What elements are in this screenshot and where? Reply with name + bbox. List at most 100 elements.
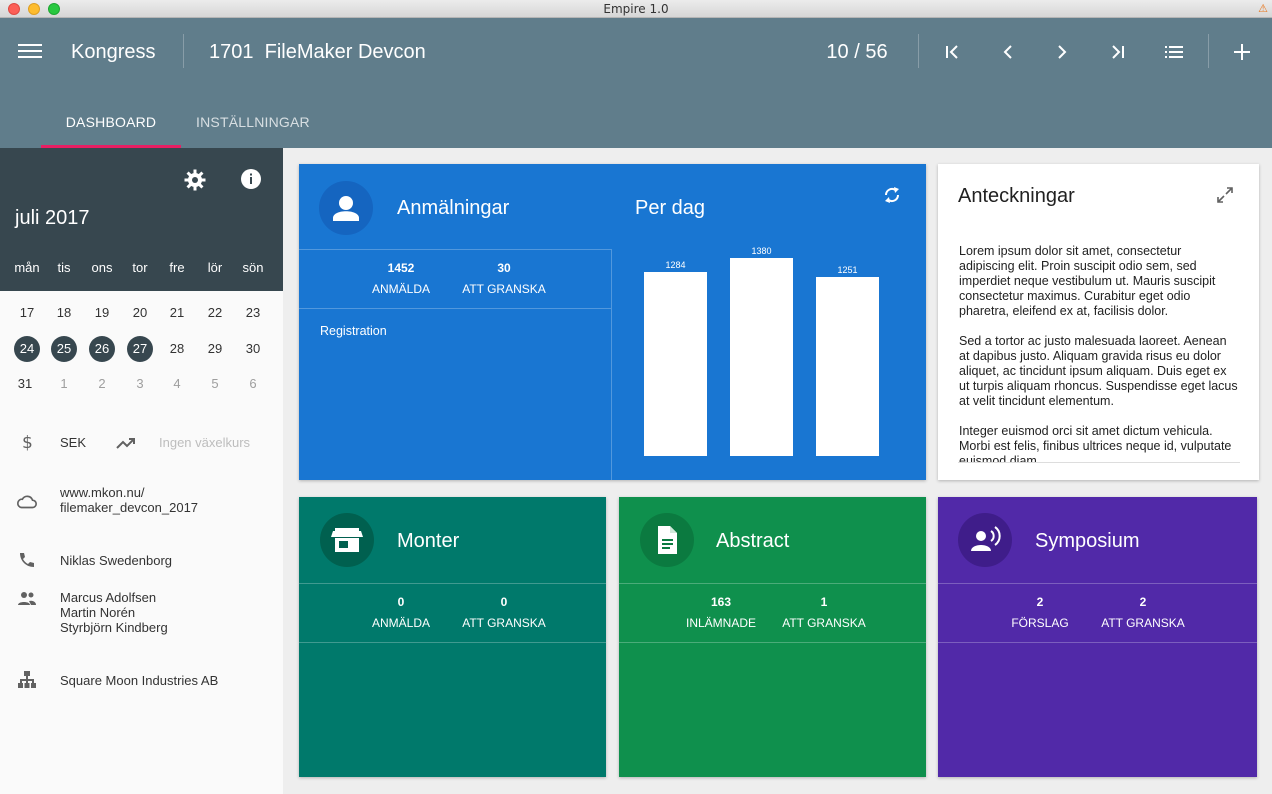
chart-bar — [644, 272, 707, 456]
notes-underline — [958, 462, 1240, 463]
weekday-label: mån — [14, 260, 40, 275]
person-icon — [319, 181, 373, 235]
calendar-day-next-month[interactable]: 4 — [164, 371, 190, 397]
anmalda-count: 1452 — [387, 261, 415, 275]
anmalningar-card[interactable]: Anmälningar Per dag 1452 ANMÄLDA 30 ATT … — [299, 164, 926, 480]
divider — [299, 249, 611, 250]
calendar-day-selected[interactable]: 24 — [14, 336, 40, 362]
last-record-icon[interactable] — [1104, 38, 1132, 66]
notes-paragraph: Integer euismod orci sit amet dictum veh… — [959, 424, 1232, 462]
record-title: 1701 FileMaker Devcon — [209, 41, 426, 63]
calendar-day-next-month[interactable]: 3 — [127, 371, 153, 397]
symposium-card[interactable]: Symposium 2 FÖRSLAG 2 ATT GRANSKA — [938, 497, 1257, 777]
calendar-day-next-month[interactable]: 6 — [240, 371, 266, 397]
add-record-icon[interactable] — [1228, 38, 1256, 66]
tab-dashboard[interactable]: DASHBOARD — [41, 114, 181, 130]
calendar-day-next-month[interactable]: 5 — [202, 371, 228, 397]
monter-card[interactable]: Monter 0 ANMÄLDA 0 ATT GRANSKA — [299, 497, 606, 777]
symposium-att-granska-label: ATT GRANSKA — [1101, 616, 1185, 630]
divider — [299, 583, 606, 584]
divider — [299, 308, 611, 309]
per-dag-title: Per dag — [635, 197, 706, 219]
divider — [938, 583, 1257, 584]
svg-text:$: $ — [22, 433, 33, 453]
expand-icon[interactable] — [1215, 185, 1235, 205]
notes-text-area[interactable]: Lorem ipsum dolor sit amet, consectetur … — [959, 244, 1239, 462]
team-member: Marcus Adolfsen — [60, 590, 157, 605]
forslag-label: FÖRSLAG — [1011, 616, 1069, 630]
first-record-icon[interactable] — [938, 38, 966, 66]
notes-title: Anteckningar — [958, 185, 1075, 207]
abstract-att-granska-label: ATT GRANSKA — [782, 616, 866, 630]
weekday-label: lör — [207, 260, 223, 275]
chart-bar — [730, 258, 793, 456]
tab-installningar[interactable]: INSTÄLLNINGAR — [196, 114, 310, 130]
divider — [299, 642, 606, 643]
calendar-day[interactable]: 18 — [51, 300, 77, 326]
app-bar: Kongress 1701 FileMaker Devcon 10 / 56 D… — [0, 18, 1272, 148]
list-view-icon[interactable] — [1160, 38, 1188, 66]
trending-up-icon[interactable] — [115, 432, 137, 454]
window-title: Empire 1.0 — [603, 2, 669, 16]
calendar-day[interactable]: 29 — [202, 336, 228, 362]
contact-person: Niklas Swedenborg — [60, 553, 173, 568]
calendar-day-selected[interactable]: 27 — [127, 336, 153, 362]
hamburger-menu-icon[interactable] — [18, 40, 42, 62]
calendar-day[interactable]: 23 — [240, 300, 266, 326]
inlamnade-label: INLÄMNADE — [685, 616, 756, 630]
calendar-day[interactable]: 19 — [89, 300, 115, 326]
calendar-day[interactable]: 21 — [164, 300, 190, 326]
abstract-card[interactable]: Abstract 163 INLÄMNADE 1 ATT GRANSKA — [619, 497, 926, 777]
previous-record-icon[interactable] — [994, 38, 1022, 66]
contact-phone-icon — [20, 553, 34, 567]
record-voice-icon — [958, 513, 1012, 567]
people-icon — [18, 592, 36, 605]
monter-title: Monter — [397, 530, 460, 552]
inlamnade-count: 163 — [710, 595, 732, 609]
forslag-count: 2 — [1036, 595, 1044, 609]
registration-label: Registration — [320, 324, 387, 338]
divider — [1208, 34, 1209, 68]
section-title: Kongress — [71, 41, 156, 63]
sidebar: juli 2017 mån tis ons tor fre lör sön 17… — [0, 148, 283, 794]
website-link-line2: filemaker_devcon_2017 — [60, 500, 199, 515]
chart-bar-label: 1251 — [837, 265, 858, 275]
chart-bar-label: 1380 — [751, 246, 772, 256]
exchange-rate-text: Ingen växelkurs — [159, 435, 251, 450]
calendar-day[interactable]: 30 — [240, 336, 266, 362]
website-link-line1: www.mkon.nu/ — [60, 485, 145, 500]
calendar-day[interactable]: 28 — [164, 336, 190, 362]
calendar-day-next-month[interactable]: 2 — [89, 371, 115, 397]
monter-anmalda-count: 0 — [397, 595, 405, 609]
weekday-label: sön — [242, 260, 264, 275]
website-link[interactable]: www.mkon.nu/ filemaker_devcon_2017 — [60, 485, 198, 515]
calendar-day[interactable]: 31 — [12, 371, 38, 397]
gear-icon[interactable] — [183, 168, 207, 192]
divider — [183, 34, 184, 68]
weekday-label: tis — [57, 260, 71, 275]
cloud-icon — [17, 495, 37, 509]
calendar-day-selected[interactable]: 25 — [51, 336, 77, 362]
divider — [918, 34, 919, 68]
dollar-icon: $ — [22, 433, 33, 453]
calendar-day[interactable]: 22 — [202, 300, 228, 326]
calendar-day[interactable]: 20 — [127, 300, 153, 326]
document-icon — [640, 513, 694, 567]
info-icon[interactable] — [240, 168, 262, 190]
app-badge-icon: ⚠ — [1258, 3, 1268, 15]
team-member: Styrbjörn Kindberg — [60, 620, 168, 635]
calendar-day[interactable]: 17 — [14, 300, 40, 326]
next-record-icon[interactable] — [1048, 38, 1076, 66]
window-titlebar: Empire 1.0 ⚠ — [0, 0, 1272, 18]
abstract-att-granska-count: 1 — [820, 595, 828, 609]
calendar-day-next-month[interactable]: 1 — [51, 371, 77, 397]
abstract-title: Abstract — [716, 530, 790, 552]
refresh-icon[interactable] — [881, 184, 903, 206]
organization-icon — [18, 671, 36, 688]
notes-card: Anteckningar Lorem ipsum dolor sit amet,… — [938, 164, 1259, 480]
symposium-att-granska-count: 2 — [1139, 595, 1147, 609]
calendar-day-selected[interactable]: 26 — [89, 336, 115, 362]
team-member: Martin Norén — [60, 605, 136, 620]
att-granska-count: 30 — [497, 261, 511, 275]
weekday-label: fre — [169, 260, 185, 275]
